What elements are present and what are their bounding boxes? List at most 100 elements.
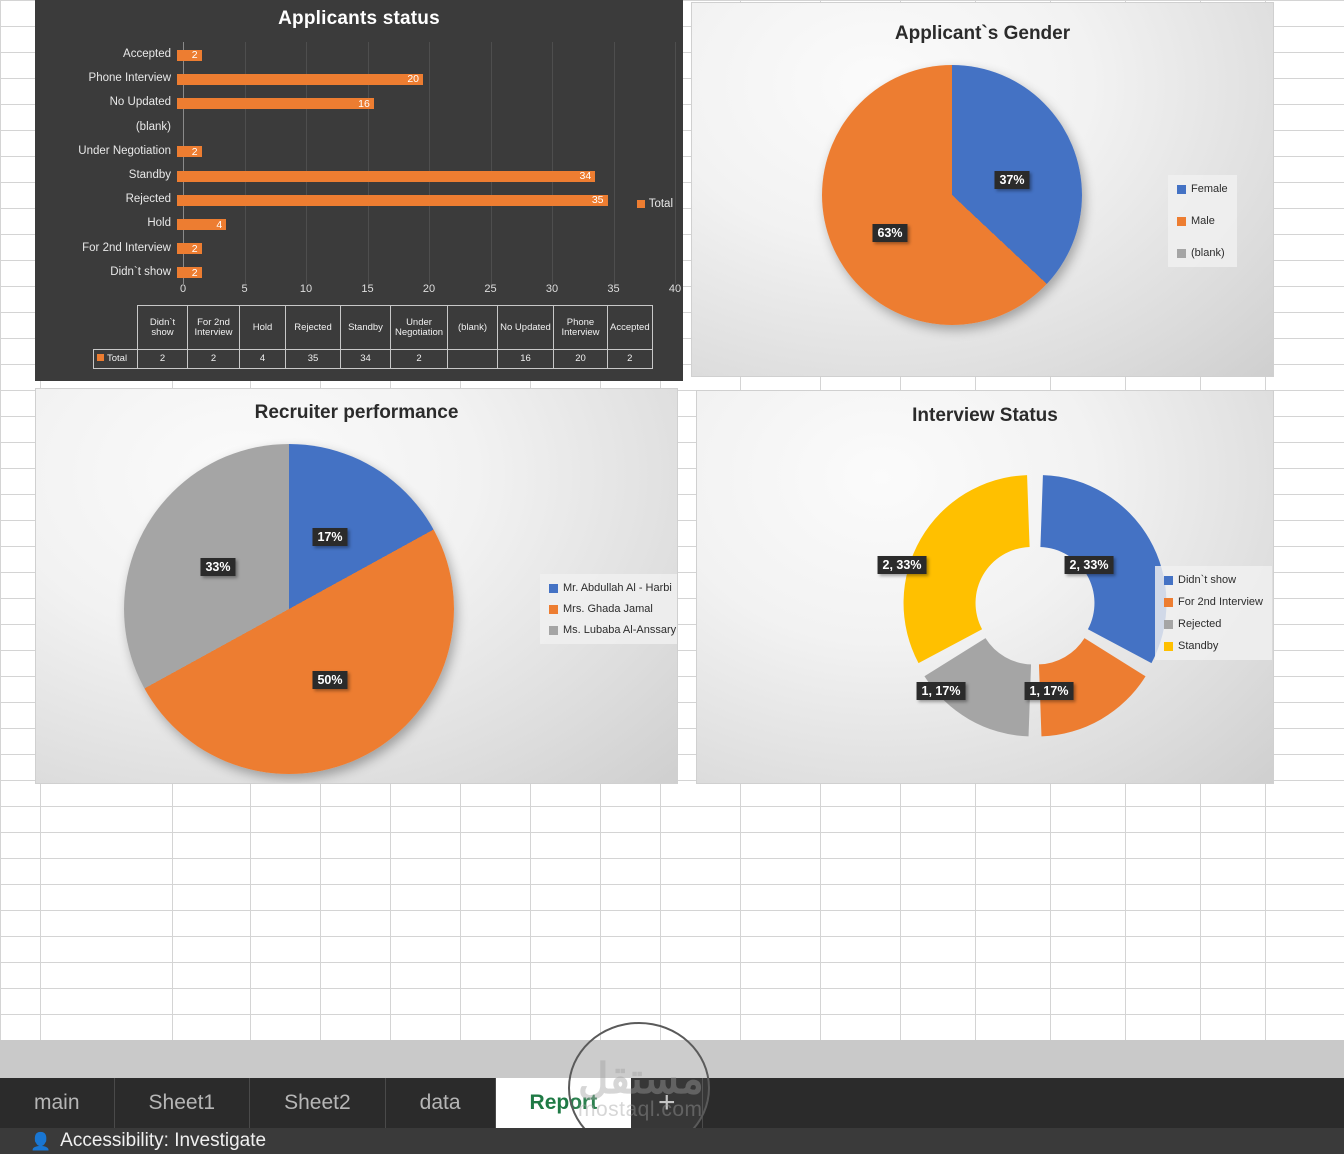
gender-chart-legend[interactable]: Female Male (blank) bbox=[1168, 175, 1237, 267]
add-sheet-button[interactable]: + bbox=[631, 1078, 704, 1128]
gender-pie-slices bbox=[822, 65, 1082, 325]
data-table-header: Phone Interview bbox=[553, 305, 608, 350]
data-table-header: Didn`t show bbox=[137, 305, 188, 350]
data-table-cell: 20 bbox=[553, 349, 608, 369]
legend-label-standby: Standby bbox=[1178, 640, 1219, 652]
data-table-header: Rejected bbox=[285, 305, 341, 350]
bar-x-tick-label: 5 bbox=[241, 283, 248, 295]
bar-chart-gridline bbox=[675, 42, 676, 284]
legend-swatch-abdullah bbox=[549, 583, 558, 593]
table-row: Total 2 2 4 35 34 2 16 20 2 bbox=[93, 349, 653, 369]
bar-track: 34 bbox=[177, 164, 655, 186]
recruiter-pie-slices bbox=[124, 444, 454, 774]
bar-chart-row: (blank) bbox=[35, 115, 655, 139]
legend-item-abdullah[interactable]: Mr. Abdullah Al - Harbi bbox=[549, 582, 676, 594]
legend-item-lubaba[interactable]: Ms. Lubaba Al-Anssary bbox=[549, 624, 676, 636]
bar-x-tick-label: 35 bbox=[607, 283, 620, 295]
bar-chart-row: Hold 4 bbox=[35, 211, 655, 235]
sheet-tab-data[interactable]: data bbox=[386, 1078, 496, 1128]
data-table-header: Under Negotiation bbox=[390, 305, 448, 350]
bar-x-tick-label: 40 bbox=[668, 283, 682, 295]
chart-applicants-status[interactable]: Applicants status Accepted 2 Phone Intervi… bbox=[35, 0, 683, 381]
bar-category-label: Accepted bbox=[123, 48, 171, 61]
bar-value-label: 2 bbox=[191, 145, 198, 158]
legend-item-rejected[interactable]: Rejected bbox=[1164, 618, 1263, 630]
grid-row-line bbox=[0, 936, 1344, 937]
gender-pie-label-male: 63% bbox=[872, 224, 908, 242]
bar-x-tick-label: 0 bbox=[179, 283, 187, 295]
bar-category-label: Phone Interview bbox=[88, 72, 171, 85]
legend-label-male: Male bbox=[1191, 215, 1215, 227]
recruiter-pie-label-lubaba: 33% bbox=[200, 558, 236, 576]
chart-data-table: Didn`t show For 2nd Interview Hold Rejected… bbox=[93, 305, 653, 369]
bar-value-label: 35 bbox=[591, 194, 604, 207]
bar-segment: 35 bbox=[177, 194, 608, 207]
legend-item-second-interview[interactable]: For 2nd Interview bbox=[1164, 596, 1263, 608]
recruiter-chart-legend[interactable]: Mr. Abdullah Al - Harbi Mrs. Ghada Jamal… bbox=[540, 574, 677, 644]
status-bar[interactable]: 👤 Accessibility: Investigate bbox=[0, 1128, 1344, 1154]
legend-swatch-lubaba bbox=[549, 625, 558, 635]
data-table-header: (blank) bbox=[447, 305, 498, 350]
legend-item-didnt-show[interactable]: Didn`t show bbox=[1164, 574, 1263, 586]
legend-item-standby[interactable]: Standby bbox=[1164, 640, 1263, 652]
bar-track: 2 bbox=[177, 261, 655, 283]
interview-doughnut-graphic: 2, 33% 1, 17% 1, 17% 2, 33% bbox=[877, 467, 1173, 743]
interview-chart-legend[interactable]: Didn`t show For 2nd Interview Rejected S… bbox=[1155, 566, 1272, 660]
bar-track: 2 bbox=[177, 140, 655, 162]
data-table-cell: 2 bbox=[137, 349, 188, 369]
legend-item-male[interactable]: Male bbox=[1177, 215, 1228, 227]
sheet-tab-sheet1[interactable]: Sheet1 bbox=[115, 1078, 251, 1128]
doughnut-label-second-interview: 1, 17% bbox=[1024, 682, 1074, 700]
doughnut-label-didnt-show: 2, 33% bbox=[1064, 556, 1114, 574]
recruiter-pie-graphic: 17% 50% 33% bbox=[124, 444, 454, 774]
data-table-corner bbox=[94, 306, 138, 350]
grid-row-line bbox=[0, 1014, 1344, 1015]
bar-segment: 20 bbox=[177, 73, 423, 86]
chart-applicant-gender[interactable]: Applicant`s Gender 37% 63% Female Male (… bbox=[691, 2, 1274, 377]
bar-value-label: 20 bbox=[407, 73, 419, 86]
bar-chart-row: Accepted 2 bbox=[35, 42, 655, 66]
legend-swatch-female bbox=[1177, 184, 1186, 194]
bar-segment: 2 bbox=[177, 243, 202, 255]
chart-title-applicants-status: Applicants status bbox=[278, 8, 440, 29]
bar-segment: 2 bbox=[177, 49, 202, 62]
legend-swatch-didnt-show bbox=[1164, 575, 1173, 585]
chart-interview-status[interactable]: Interview Status 2, 33% 1, 17% 1, 17% 2,… bbox=[696, 390, 1274, 784]
legend-swatch-rejected bbox=[1164, 619, 1173, 629]
legend-item-ghada[interactable]: Mrs. Ghada Jamal bbox=[549, 603, 676, 615]
legend-swatch-male bbox=[1177, 216, 1186, 226]
sheet-tab-report[interactable]: Report bbox=[495, 1078, 632, 1128]
bar-category-label: Under Negotiation bbox=[78, 144, 171, 157]
legend-item-blank[interactable]: (blank) bbox=[1177, 247, 1228, 259]
bar-track: 16 bbox=[177, 91, 655, 113]
data-table-series-swatch bbox=[97, 354, 104, 362]
sheet-tab-main[interactable]: main bbox=[0, 1078, 115, 1128]
chart-title-recruiter: Recruiter performance bbox=[254, 402, 459, 423]
grid-row-line bbox=[0, 884, 1344, 885]
data-table-header: No Updated bbox=[497, 305, 554, 350]
bar-value-label: 2 bbox=[191, 49, 198, 62]
bar-value-label: 4 bbox=[216, 218, 223, 231]
recruiter-pie-label-ghada: 50% bbox=[312, 671, 348, 689]
data-table-cell: 4 bbox=[239, 349, 286, 369]
legend-label-total: Total bbox=[648, 198, 673, 210]
grid-row-line bbox=[0, 910, 1344, 911]
gender-pie-label-female: 37% bbox=[994, 171, 1030, 189]
data-table-row-label: Total bbox=[107, 353, 128, 365]
grid-row-line bbox=[0, 806, 1344, 807]
data-table-cell: 2 bbox=[390, 349, 448, 369]
data-table-cell: 2 bbox=[187, 349, 240, 369]
data-table-cell: 34 bbox=[340, 349, 391, 369]
bar-chart-legend[interactable]: Total bbox=[636, 198, 673, 210]
chart-recruiter-performance[interactable]: Recruiter performance 17% 50% 33% Mr. Ab… bbox=[35, 388, 678, 784]
recruiter-pie-label-abdullah: 17% bbox=[312, 528, 348, 546]
legend-item-female[interactable]: Female bbox=[1177, 183, 1228, 195]
doughnut-label-rejected: 1, 17% bbox=[916, 682, 966, 700]
sheet-tab-sheet2[interactable]: Sheet2 bbox=[250, 1078, 386, 1128]
sheet-tab-bar[interactable]: main Sheet1 Sheet2 data Report + bbox=[0, 1078, 1344, 1128]
bar-segment: 16 bbox=[177, 98, 374, 110]
accessibility-status-text: Accessibility: Investigate bbox=[60, 1130, 267, 1151]
bar-track: 2 bbox=[177, 43, 655, 65]
data-table-header: Accepted bbox=[607, 305, 653, 350]
doughnut-label-standby: 2, 33% bbox=[877, 556, 927, 574]
